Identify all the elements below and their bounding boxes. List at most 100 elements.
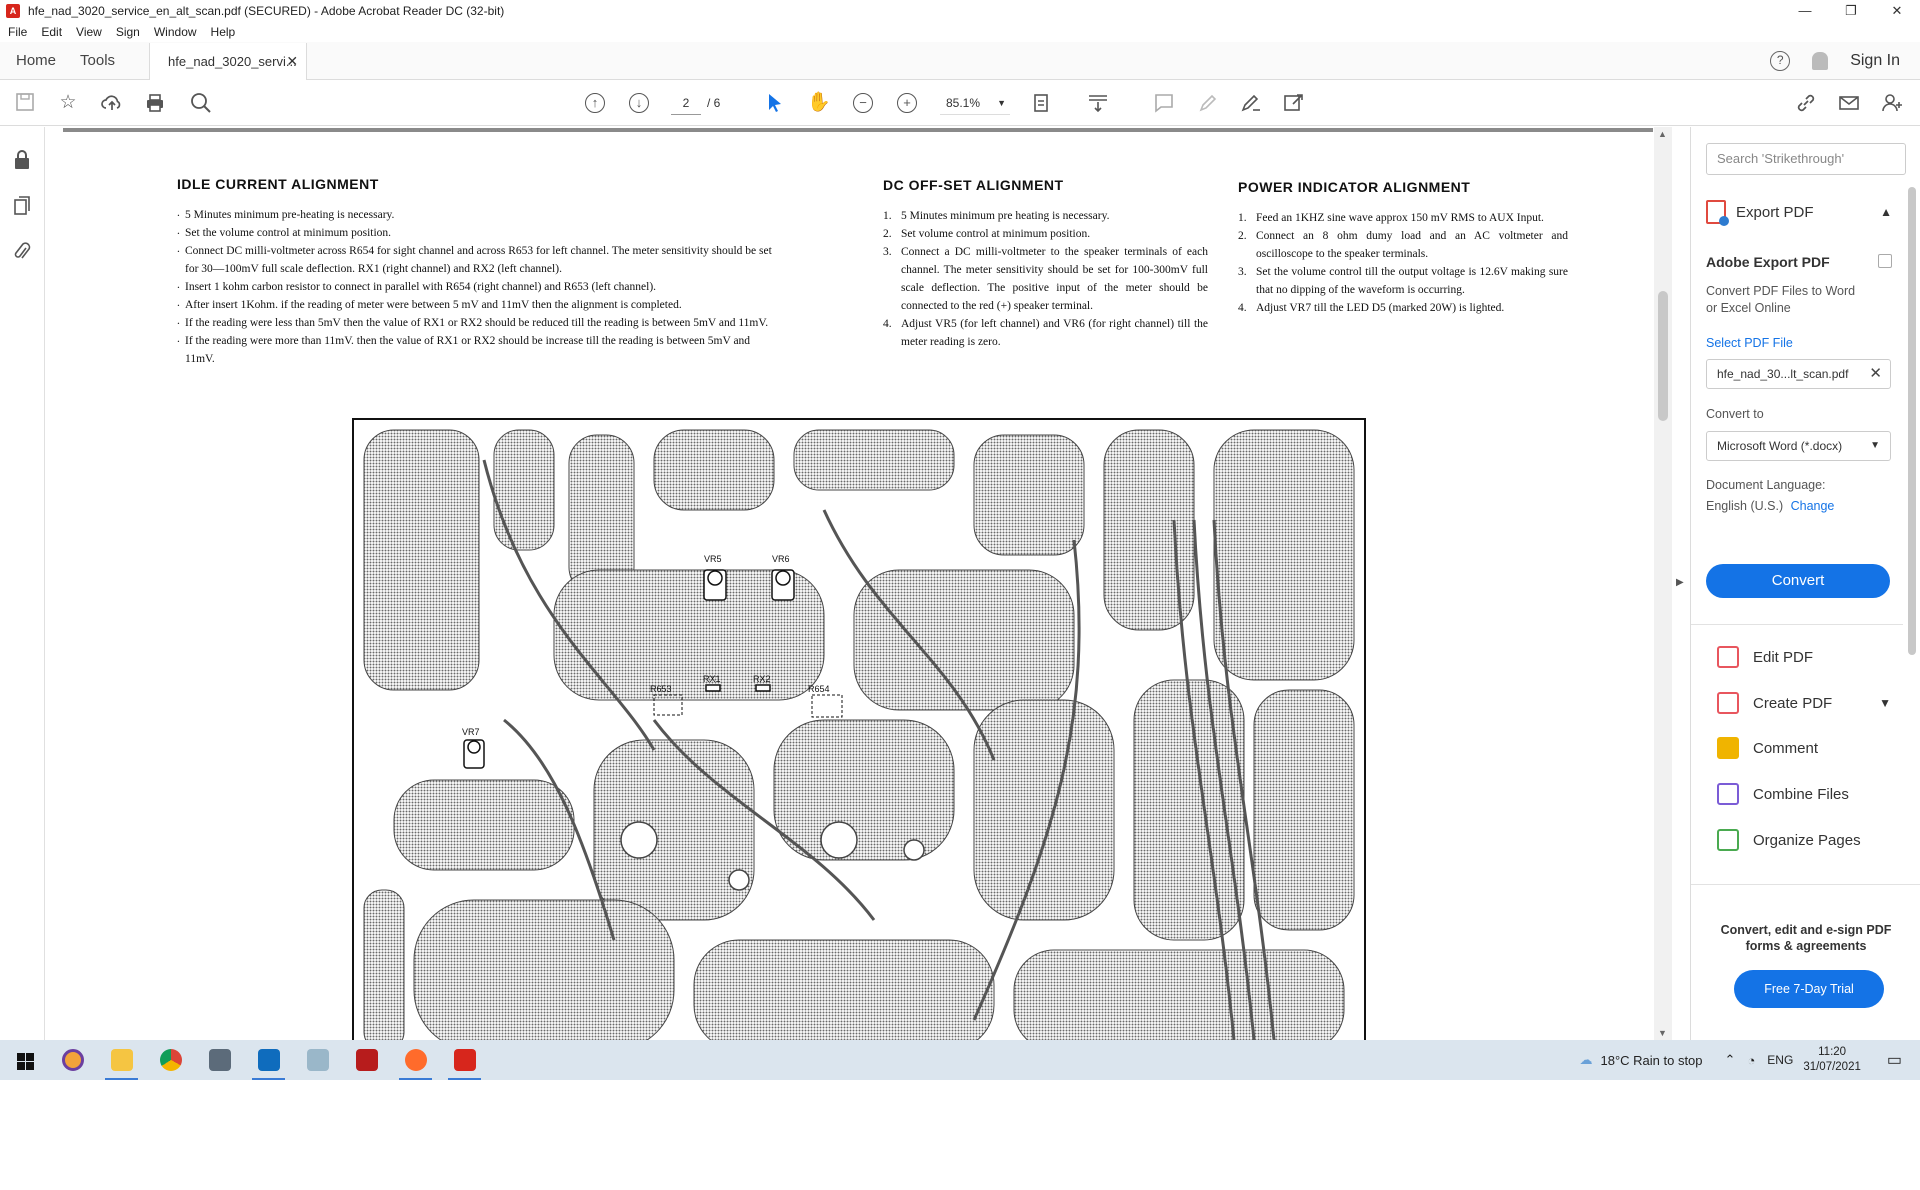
chevron-down-icon[interactable]: ▼ [1879,696,1891,710]
export-description: Convert PDF Files to Word or Excel Onlin… [1706,284,1856,315]
tool-comment[interactable]: Comment [1717,733,1897,763]
bookmark-star-icon[interactable]: ☆ [56,91,80,115]
help-icon[interactable]: ? [1770,51,1791,71]
tools-scrollbar-thumb[interactable] [1908,187,1916,655]
free-trial-button[interactable]: Free 7-Day Trial [1734,970,1884,1008]
tool-combine-files[interactable]: Combine Files [1717,779,1897,809]
select-tool-icon[interactable] [763,91,787,115]
tool-edit-pdf[interactable]: Edit PDF [1717,642,1897,672]
left-navigation-rail [0,127,45,1040]
scroll-mode-icon[interactable] [1086,91,1110,115]
taskbar-app-acrobat[interactable] [440,1040,489,1080]
fill-sign-icon[interactable] [1239,91,1263,115]
tab-document[interactable]: hfe_nad_3020_servi... ✕ [149,42,308,81]
add-user-icon[interactable] [1880,91,1904,115]
menu-view[interactable]: View [76,25,102,39]
close-window-button[interactable]: ✕ [1874,0,1920,22]
clear-file-icon[interactable]: ✕ [1869,360,1882,388]
export-pdf-header[interactable]: Export PDF ▲ [1706,199,1906,226]
tool-organize-pages[interactable]: Organize Pages [1717,825,1897,855]
hand-tool-icon[interactable]: ✋ [807,91,831,115]
tab-home[interactable]: Home [0,42,72,80]
zoom-dropdown[interactable]: 85.1% ▼ [940,91,1010,115]
promo-text: Convert, edit and e-sign PDF forms & agr… [1720,923,1892,953]
taskbar-app-browser-orange[interactable] [48,1040,97,1080]
tool-create-pdf[interactable]: Create PDF ▼ [1717,688,1897,718]
list-item: 2. Set volume control at minimum position… [883,228,1091,240]
link-icon[interactable] [1794,91,1818,115]
email-icon[interactable] [1837,91,1861,115]
share-edit-icon[interactable] [1282,91,1306,115]
collapse-right-pane-icon[interactable]: ▶ [1676,577,1684,588]
window-title: hfe_nad_3020_service_en_alt_scan.pdf (SE… [28,4,505,18]
menu-window[interactable]: Window [154,25,197,39]
zoom-value: 85.1% [946,96,981,110]
previous-page-icon[interactable]: ↑ [585,93,605,113]
cloud-upload-icon[interactable] [100,91,124,115]
close-tab-icon[interactable]: ✕ [286,53,298,70]
taskbar-app-tool[interactable] [293,1040,342,1080]
clock[interactable]: 11:20 31/07/2021 [1803,1045,1861,1075]
list-item: 1. 5 Minutes minimum pre heating is neces… [883,210,1110,222]
power-indicator-section: POWER INDICATOR ALIGNMENT 1. Feed an 1KHZ… [1238,179,1568,317]
tools-scrollbar[interactable] [1905,167,1919,857]
combine-files-icon [1717,783,1739,805]
zoom-out-icon[interactable]: − [853,93,873,113]
menu-bar: File Edit View Sign Window Help [0,22,1920,42]
page-number-input[interactable]: 2 [671,91,701,115]
chevron-up-icon[interactable]: ▲ [1880,205,1892,219]
scroll-up-icon[interactable]: ▲ [1658,129,1667,139]
format-select[interactable]: Microsoft Word (*.docx) ▼ [1706,431,1891,461]
taskbar-app-chrome[interactable] [146,1040,195,1080]
taskbar-app-firefox[interactable] [391,1040,440,1080]
sign-in-button[interactable]: Sign In [1850,52,1900,70]
save-icon[interactable] [13,91,37,115]
maximize-button[interactable]: ❐ [1828,0,1874,22]
menu-sign[interactable]: Sign [116,25,140,39]
format-value: Microsoft Word (*.docx) [1717,439,1843,453]
network-icon[interactable]: ◔ [1747,1053,1755,1068]
export-pdf-icon [1706,200,1729,226]
search-icon[interactable] [189,91,213,115]
zoom-in-icon[interactable]: + [897,93,917,113]
menu-file[interactable]: File [8,25,27,39]
minimize-button[interactable]: — [1782,0,1828,22]
input-language[interactable]: ENG [1767,1053,1793,1067]
menu-help[interactable]: Help [211,25,236,39]
document-scrollbar[interactable]: ▲ ▼ [1654,127,1672,1040]
scroll-down-icon[interactable]: ▼ [1658,1028,1667,1038]
select-pdf-file-link[interactable]: Select PDF File [1706,336,1793,350]
next-page-icon[interactable]: ↓ [629,93,649,113]
taskbar-app-filezilla[interactable] [342,1040,391,1080]
copy-icon[interactable] [1878,254,1892,268]
document-viewer[interactable]: IDLE CURRENT ALIGNMENT 5 Minutes minimum… [46,127,1654,1040]
highlight-pen-icon[interactable] [1196,91,1220,115]
menu-edit[interactable]: Edit [41,25,62,39]
taskbar-app-outlook[interactable] [244,1040,293,1080]
scrollbar-thumb[interactable] [1658,291,1668,421]
notifications-icon[interactable]: ▭ [1887,1050,1902,1070]
print-icon[interactable] [143,91,167,115]
tab-tools[interactable]: Tools [72,42,149,80]
lock-icon[interactable] [12,149,32,171]
weather-text[interactable]: 18°C Rain to stop [1600,1053,1702,1068]
tools-search-input[interactable]: Search 'Strikethrough' [1706,143,1906,175]
window-controls: — ❐ ✕ [1782,0,1920,22]
edit-pdf-icon [1717,646,1739,668]
list-item: If the reading were less than 5mV then t… [177,312,782,332]
rx1-label: RX1 [703,674,721,684]
notification-bell-icon[interactable] [1812,52,1829,70]
fit-page-icon[interactable] [1030,91,1054,115]
taskbar-app-file-explorer[interactable] [97,1040,146,1080]
list-item: 4. Adjust VR5 (for left channel) and VR6 … [883,318,1208,348]
show-hidden-icons-chevron-icon[interactable]: ⌃ [1725,1052,1736,1068]
comment-icon[interactable] [1152,91,1176,115]
tool-label: Organize Pages [1753,831,1861,849]
page-thumbnails-icon[interactable] [12,195,32,217]
start-button[interactable] [0,1040,48,1080]
change-language-link[interactable]: Change [1791,499,1835,513]
convert-button[interactable]: Convert [1706,564,1890,598]
taskbar-app-calculator[interactable] [195,1040,244,1080]
attachments-paperclip-icon[interactable] [12,241,32,263]
selected-file-field[interactable]: hfe_nad_30...lt_scan.pdf ✕ [1706,359,1891,389]
